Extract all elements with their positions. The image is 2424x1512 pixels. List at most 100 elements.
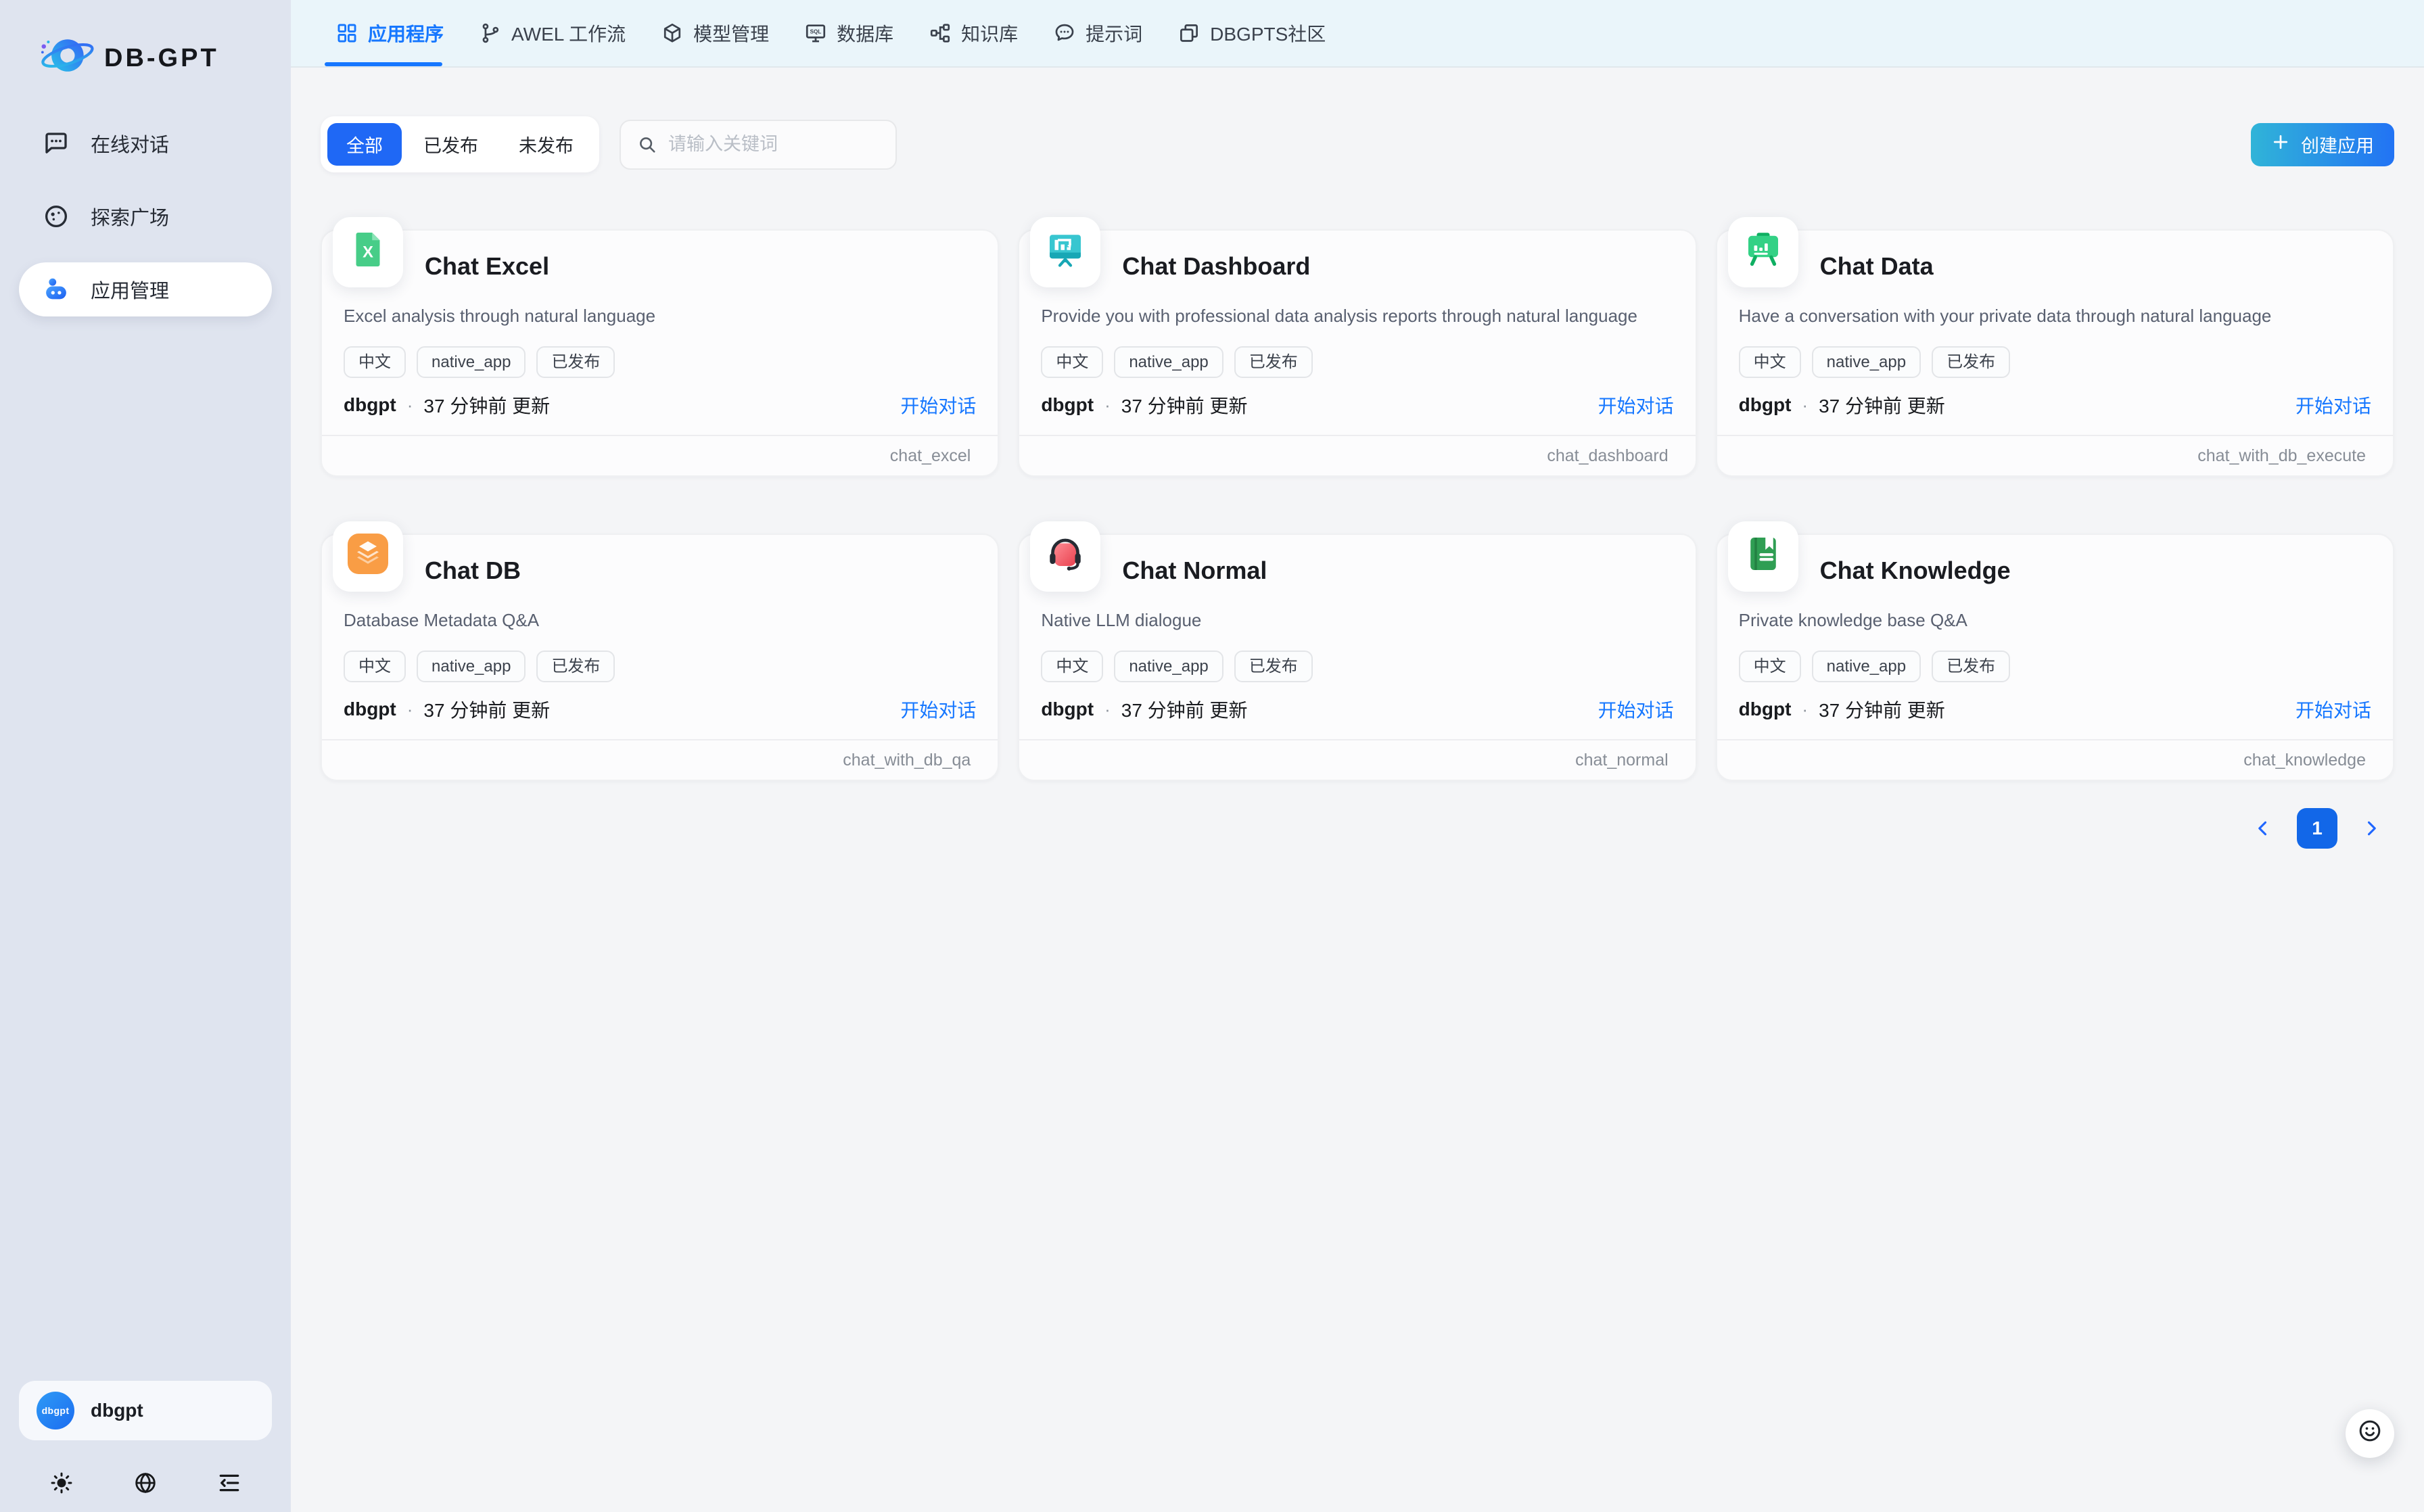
book-icon: [1743, 534, 1784, 580]
app-card-title: Chat Data: [1820, 252, 1934, 281]
meta-separator: ·: [407, 395, 413, 416]
create-app-label: 创建应用: [2301, 131, 2374, 158]
page-number-button[interactable]: 1: [2297, 808, 2337, 849]
app-card-owner: dbgpt: [344, 699, 396, 720]
prompt-bubble-icon: [1053, 22, 1076, 45]
filter-option[interactable]: 全部: [327, 123, 402, 166]
tag: native_app: [1812, 651, 1921, 682]
robot-icon: [42, 275, 70, 304]
app-card-owner: dbgpt: [1739, 699, 1792, 720]
app-card-owner: dbgpt: [1739, 394, 1792, 416]
filter-option[interactable]: 未发布: [500, 123, 592, 166]
next-page-button[interactable]: [2362, 819, 2381, 838]
create-app-button[interactable]: 创建应用: [2251, 123, 2394, 166]
tag: 中文: [344, 651, 406, 682]
start-chat-link[interactable]: 开始对话: [2287, 696, 2371, 723]
app-card-description: Native LLM dialogue: [1041, 608, 1673, 634]
app-card-updated: 37 分钟前 更新: [1121, 392, 1248, 419]
app-card-description: Database Metadata Q&A: [344, 608, 976, 634]
pagination: 1: [321, 808, 2394, 849]
app-card-owner: dbgpt: [1041, 699, 1094, 720]
tab-数据库[interactable]: SQL 数据库: [787, 0, 911, 66]
tab-AWEL 工作流[interactable]: AWEL 工作流: [461, 0, 643, 66]
tag: 中文: [1739, 651, 1801, 682]
meta-separator: ·: [1802, 395, 1808, 416]
app-card-grid: X Chat Excel Excel analysis through natu…: [321, 229, 2394, 781]
headset-icon: [1045, 534, 1086, 580]
app-card[interactable]: Chat Data Have a conversation with your …: [1716, 229, 2394, 477]
app-card-updated: 37 分钟前 更新: [1819, 392, 1945, 419]
meta-separator: ·: [1104, 699, 1111, 720]
app-card-title: Chat Dashboard: [1122, 252, 1310, 281]
chat-bubble-icon: [42, 129, 70, 158]
app-card[interactable]: Chat Knowledge Private knowledge base Q&…: [1716, 534, 2394, 781]
globe-icon[interactable]: [133, 1470, 158, 1496]
app-card-description: Provide you with professional data analy…: [1041, 304, 1673, 329]
app-card-updated: 37 分钟前 更新: [1819, 696, 1945, 723]
app-card-tags: 中文native_app已发布: [1041, 346, 1673, 378]
sidebar-item-应用管理[interactable]: 应用管理: [19, 262, 272, 316]
meta-separator: ·: [1802, 699, 1808, 720]
apps-grid-icon: [335, 22, 358, 45]
app-card-title: Chat Knowledge: [1820, 557, 2011, 585]
tab-应用程序[interactable]: 应用程序: [318, 0, 461, 66]
app-card[interactable]: Chat Normal Native LLM dialogue 中文native…: [1018, 534, 1696, 781]
search-box[interactable]: [620, 120, 897, 170]
tag: native_app: [1114, 651, 1223, 682]
app-card-title: Chat Normal: [1122, 557, 1267, 585]
sidebar-footer: [0, 1470, 291, 1496]
app-card-title: Chat Excel: [425, 252, 549, 281]
publish-filter-segmented: 全部已发布未发布: [321, 116, 599, 172]
top-tabs: 应用程序 AWEL 工作流 模型管理 SQL 数据库 知识库 提示词 DBGPT…: [318, 0, 1343, 66]
start-chat-link[interactable]: 开始对话: [1590, 392, 1674, 419]
app-card-tags: 中文native_app已发布: [344, 346, 976, 378]
workflow-icon: [479, 22, 502, 45]
tab-DBGPTS社区[interactable]: DBGPTS社区: [1160, 0, 1343, 66]
prev-page-button[interactable]: [2254, 819, 2272, 838]
start-chat-link[interactable]: 开始对话: [892, 696, 976, 723]
start-chat-link[interactable]: 开始对话: [892, 392, 976, 419]
content-area: 全部已发布未发布 创建应用 X Chat Excel Excel analysi…: [291, 68, 2424, 1512]
tag: 已发布: [1234, 346, 1313, 378]
search-input[interactable]: [668, 134, 879, 155]
sidebar-item-探索广场[interactable]: 探索广场: [19, 189, 272, 243]
app-card[interactable]: X Chat Excel Excel analysis through natu…: [321, 229, 999, 477]
sun-icon[interactable]: [49, 1470, 74, 1496]
app-card-description: Private knowledge base Q&A: [1739, 608, 2371, 634]
app-card[interactable]: Chat Dashboard Provide you with professi…: [1018, 229, 1696, 477]
start-chat-link[interactable]: 开始对话: [2287, 392, 2371, 419]
svg-text:X: X: [363, 243, 373, 262]
tag: 已发布: [536, 651, 615, 682]
data-board-icon: [1743, 229, 1784, 275]
start-chat-link[interactable]: 开始对话: [1590, 696, 1674, 723]
planet-logo-icon: [38, 30, 95, 87]
smiley-icon: [2356, 1417, 2383, 1450]
user-card[interactable]: dbgpt dbgpt: [19, 1381, 272, 1440]
tag: 已发布: [1932, 346, 2010, 378]
brand-name: DB-GPT: [104, 44, 219, 73]
tab-知识库[interactable]: 知识库: [911, 0, 1035, 66]
excel-file-icon: X: [348, 229, 388, 275]
svg-text:SQL: SQL: [810, 29, 822, 35]
collapse-sidebar-icon[interactable]: [216, 1470, 242, 1496]
app-card[interactable]: Chat DB Database Metadata Q&A 中文native_a…: [321, 534, 999, 781]
meta-separator: ·: [1104, 395, 1111, 416]
feedback-fab[interactable]: [2346, 1409, 2394, 1458]
discover-icon: [42, 202, 70, 231]
tab-提示词[interactable]: 提示词: [1035, 0, 1160, 66]
app-card-code: chat_knowledge: [2243, 751, 2366, 770]
app-card-code: chat_with_db_execute: [2197, 446, 2366, 466]
user-name: dbgpt: [91, 1400, 143, 1421]
dashboard-board-icon: [1045, 229, 1086, 275]
tag: 中文: [1041, 346, 1103, 378]
filter-option[interactable]: 已发布: [404, 123, 497, 166]
app-card-description: Have a conversation with your private da…: [1739, 304, 2371, 329]
tag: 中文: [344, 346, 406, 378]
plugins-icon: [1178, 22, 1201, 45]
tag: 已发布: [536, 346, 615, 378]
tag: native_app: [1812, 346, 1921, 378]
app-card-tags: 中文native_app已发布: [1739, 346, 2371, 378]
tab-模型管理[interactable]: 模型管理: [643, 0, 787, 66]
app-card-owner: dbgpt: [344, 394, 396, 416]
sidebar-item-在线对话[interactable]: 在线对话: [19, 116, 272, 170]
